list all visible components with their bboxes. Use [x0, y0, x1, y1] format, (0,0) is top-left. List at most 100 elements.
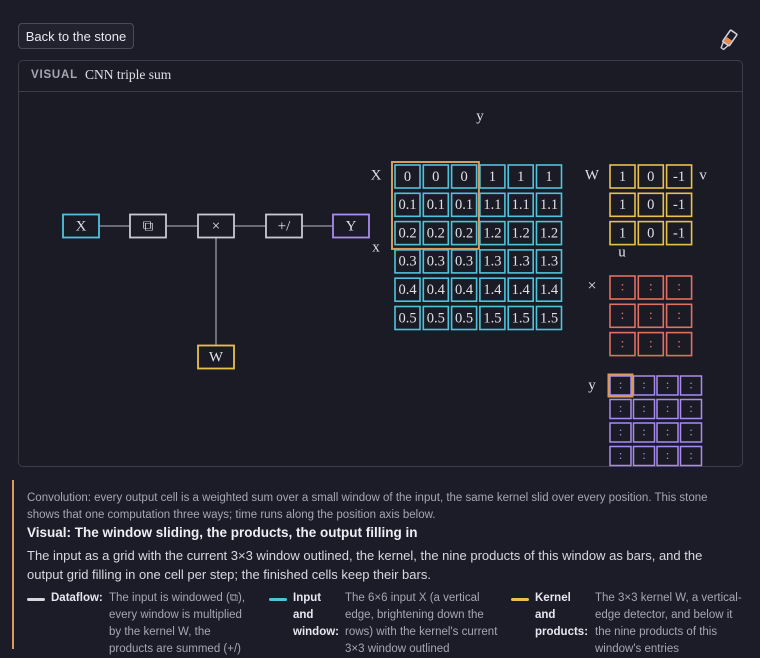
output-cell-value: :: [619, 376, 623, 391]
grid-axis-x-label: x: [372, 239, 380, 255]
input-cell-value: 1.1: [483, 197, 501, 213]
description-section: Convolution: every output cell is a weig…: [12, 480, 760, 655]
output-cell-value: :: [619, 447, 623, 462]
node-sum-label: +/: [278, 218, 291, 234]
legend-key: Input and window:: [293, 592, 339, 638]
output-cell-value: :: [642, 400, 646, 415]
visual-heading: Visual: The window sliding, the products…: [27, 525, 418, 540]
legend-swatch: [511, 598, 529, 601]
intro-text: Convolution: every output cell is a weig…: [27, 492, 708, 521]
kernel-cell-value: 1: [619, 169, 626, 185]
kernel-name-label: W: [585, 167, 600, 183]
output-cell-value: :: [619, 423, 623, 438]
input-cell-value: 1.1: [540, 197, 558, 213]
input-cell-value: 1.4: [540, 282, 559, 298]
input-cell-value: 1: [489, 169, 496, 185]
output-cell-value: :: [666, 400, 670, 415]
output-cell-value: :: [642, 447, 646, 462]
output-cell-value: :: [642, 423, 646, 438]
input-cell-value: 0.4: [427, 282, 446, 298]
input-cell-value: 1.2: [483, 225, 501, 241]
kernel-cell-value: 0: [647, 225, 654, 241]
product-cell-value: :: [621, 280, 625, 295]
cnn-visualization: X ⧉ × +/ Y Wy Xx 0 0 0 1 1 1 0.1 0.1 0.1 1.1 1.1 1.1 0.2 0.2…: [62, 108, 720, 467]
input-cell-value: 0.2: [455, 225, 473, 241]
input-cell-value: 0.3: [455, 254, 473, 270]
product-cell-value: :: [621, 308, 625, 323]
input-cell-value: 0.4: [398, 282, 417, 298]
input-cell-value: 0.2: [398, 225, 416, 241]
node-w-label: W: [209, 349, 224, 365]
legend-key: Dataflow:: [51, 592, 103, 604]
legend-text: The 3×3 kernel W, a vertical-edge detect…: [595, 592, 742, 655]
input-cell-value: 1.4: [512, 282, 531, 298]
input-cell-value: 0: [460, 169, 467, 185]
product-cell-value: :: [677, 280, 681, 295]
input-cell-value: 1: [545, 169, 552, 185]
input-cell-value: 0: [404, 169, 411, 185]
output-cell-value: :: [689, 423, 693, 438]
input-cell-value: 0.3: [427, 254, 445, 270]
input-cell-value: 0.4: [455, 282, 474, 298]
legend-text: The input is windowed (⧉), every window …: [109, 592, 246, 655]
output-cell-value: :: [619, 400, 623, 415]
input-cell-value: 1.4: [483, 282, 502, 298]
product-cell-value: :: [621, 336, 625, 351]
grid-name-label: X: [371, 167, 382, 183]
legend-swatch: [27, 598, 45, 601]
input-cell-value: 0.2: [427, 225, 445, 241]
output-cell-value: :: [666, 447, 670, 462]
legend-swatch: [269, 598, 287, 601]
output-cell-value: :: [666, 376, 670, 391]
visual-body: The input as a grid with the current 3×3…: [27, 548, 703, 582]
product-cell-value: :: [677, 336, 681, 351]
panel-tag: VISUAL: [31, 69, 78, 81]
product-cell-value: :: [649, 336, 653, 351]
input-cell-value: 1.5: [512, 310, 530, 326]
input-cell-value: 1.5: [540, 310, 558, 326]
legend-key: Kernel and products:: [535, 592, 589, 638]
node-x-label: X: [76, 218, 87, 234]
node-multiply-label: ×: [212, 218, 220, 234]
kernel-cell-value: -1: [673, 225, 685, 241]
output-cell-value: :: [689, 376, 693, 391]
grid-axis-y-label: y: [476, 108, 484, 124]
input-cell-value: 1: [517, 169, 524, 185]
input-cell-value: 0.5: [455, 310, 473, 326]
brush-icon[interactable]: [714, 28, 740, 56]
node-y-label: Y: [346, 218, 357, 234]
input-cell-value: 1.3: [483, 254, 501, 270]
panel-title: CNN triple sum: [85, 67, 172, 82]
input-cell-value: 1.2: [540, 225, 558, 241]
output-cell-value: :: [666, 423, 670, 438]
input-cell-value: 0.5: [398, 310, 416, 326]
kernel-cell-value: -1: [673, 197, 685, 213]
output-cell-value: :: [689, 447, 693, 462]
legend-text: The 6×6 input X (a vertical edge, bright…: [345, 592, 498, 655]
kernel-cell-value: 0: [647, 169, 654, 185]
input-cell-value: 0.1: [455, 197, 473, 213]
kernel-cell-value: 1: [619, 225, 626, 241]
back-to-stone-button[interactable]: Back to the stone: [18, 23, 134, 49]
kernel-axis-v-label: v: [699, 167, 707, 183]
input-cell-value: 1.5: [483, 310, 501, 326]
input-cell-value: 1.3: [540, 254, 558, 270]
panel-header: VISUAL CNN triple sum: [19, 61, 742, 92]
kernel-cell-value: -1: [673, 169, 685, 185]
product-cell-value: :: [649, 280, 653, 295]
output-axis-r-label: r: [715, 463, 720, 467]
output-cell-value: :: [642, 376, 646, 391]
output-name-label: y: [588, 377, 596, 393]
input-cell-value: 1.2: [512, 225, 530, 241]
product-cell-value: :: [677, 308, 681, 323]
products-label: ×: [587, 278, 596, 295]
input-cell-value: 0.3: [398, 254, 416, 270]
visual-panel: VISUAL CNN triple sum X ⧉ × +/ Y Wy Xx 0 0 0 1 1 1 0.…: [18, 60, 743, 467]
input-cell-value: 0: [432, 169, 439, 185]
kernel-cell-value: 0: [647, 197, 654, 213]
kernel-cell-value: 1: [619, 197, 626, 213]
input-cell-value: 0.1: [398, 197, 416, 213]
input-cell-value: 0.5: [427, 310, 445, 326]
product-cell-value: :: [649, 308, 653, 323]
input-cell-value: 1.3: [512, 254, 530, 270]
